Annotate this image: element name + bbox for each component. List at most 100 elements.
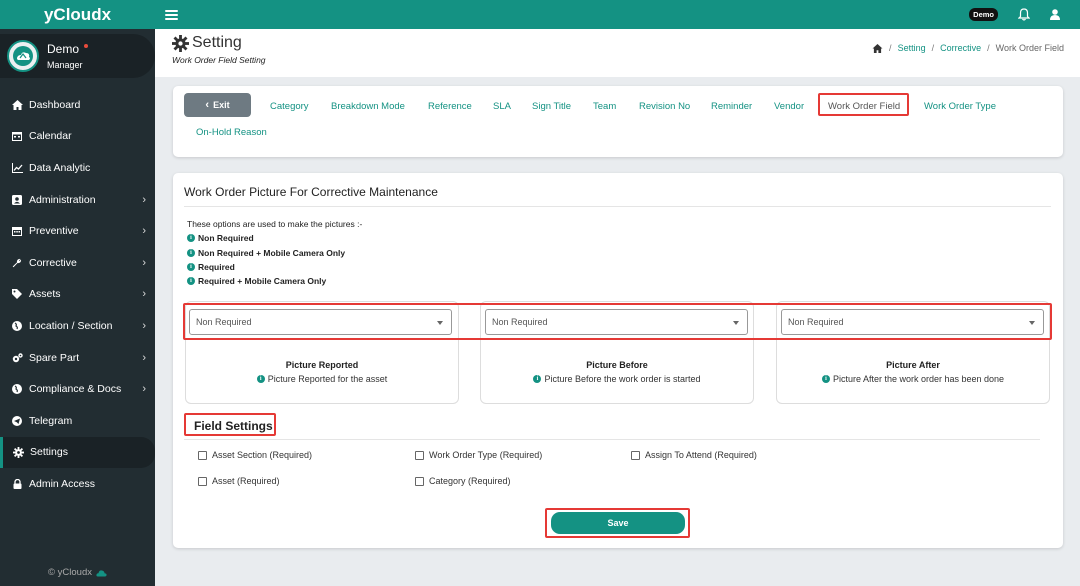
chevron-right-icon: › [142, 319, 146, 332]
sidebar-item-label: Compliance & Docs [29, 383, 122, 396]
work-order-type-checkbox[interactable]: Work Order Type (Required) [415, 450, 542, 460]
sidebar-item-preventive[interactable]: Preventive › [0, 215, 155, 247]
sidebar-item-admin-access[interactable]: Admin Access [0, 468, 155, 500]
tab-work-order-type[interactable]: Work Order Type [924, 101, 996, 112]
sidebar-item-label: Corrective [29, 256, 77, 269]
sidebar-item-label: Assets [29, 288, 61, 301]
sidebar-item-administration[interactable]: Administration › [0, 184, 155, 216]
brand-logo[interactable]: yCloudx [0, 0, 155, 29]
picture-description: i Picture After the work order has been d… [776, 374, 1050, 384]
assign-to-attend-checkbox[interactable]: Assign To Attend (Required) [631, 450, 757, 460]
work-order-field-card: Work Order Picture For Corrective Mainte… [173, 173, 1063, 548]
breadcrumb-separator: / [889, 43, 892, 53]
sidebar-item-label: Spare Part [29, 351, 80, 364]
chevron-right-icon: › [142, 225, 146, 238]
user-panel: Demo Manager [0, 34, 155, 78]
sidebar-item-compliance-docs[interactable]: Compliance & Docs › [0, 373, 155, 405]
tab-team[interactable]: Team [593, 101, 616, 112]
tab-vendor[interactable]: Vendor [774, 101, 804, 112]
sidebar-footer: © yCloudx [0, 567, 155, 578]
asset-checkbox[interactable]: Asset (Required) [198, 476, 280, 486]
tab-breakdown-mode[interactable]: Breakdown Mode [331, 101, 405, 112]
picture-description-text: Picture Before the work order is started [544, 374, 701, 384]
category-checkbox[interactable]: Category (Required) [415, 476, 511, 486]
tab-on-hold-reason[interactable]: On-Hold Reason [196, 127, 267, 138]
content-header: Setting Work Order Field Setting / Setti… [155, 29, 1080, 77]
picture-options-info: These options are used to make the pictu… [187, 217, 362, 288]
sidebar-item-spare-part[interactable]: Spare Part › [0, 342, 155, 374]
page-title: Setting [172, 34, 242, 52]
sidebar-item-label: Preventive [29, 225, 79, 238]
sidebar-item-location-section[interactable]: Location / Section › [0, 310, 155, 342]
breadcrumb-link-corrective[interactable]: Corrective [940, 43, 981, 53]
divider [184, 439, 1040, 440]
tab-category[interactable]: Category [270, 101, 309, 112]
sidebar-item-telegram[interactable]: Telegram [0, 405, 155, 437]
tab-reference[interactable]: Reference [428, 101, 472, 112]
sidebar: yCloudx Demo Manager Dashboard Calendar … [0, 0, 155, 586]
breadcrumb: / Setting / Corrective / Work Order Fiel… [872, 43, 1064, 53]
checkbox-box[interactable] [415, 476, 424, 486]
option-text: Non Required [198, 233, 254, 244]
sidebar-item-dashboard[interactable]: Dashboard [0, 89, 155, 121]
tag-icon [11, 288, 23, 300]
checkbox-box[interactable] [198, 450, 207, 460]
tab-sla[interactable]: SLA [493, 101, 511, 112]
bell-icon[interactable] [1018, 8, 1030, 21]
page-subtitle: Work Order Field Setting [172, 55, 266, 65]
user-role: Manager [47, 60, 83, 70]
checkbox-label: Assign To Attend (Required) [645, 450, 757, 460]
sidebar-item-label: Telegram [29, 414, 73, 427]
user-name: Demo [47, 42, 80, 56]
option-text: Required + Mobile Camera Only [198, 276, 327, 287]
exit-button[interactable]: ‹ Exit [184, 93, 251, 117]
option-text: Required [198, 261, 235, 272]
checkbox-box[interactable] [198, 476, 207, 486]
sidebar-item-label: Calendar [29, 130, 72, 143]
tab-work-order-field[interactable]: Work Order Field [828, 101, 900, 112]
picture-description-text: Picture After the work order has been do… [832, 374, 1005, 384]
online-status-dot [84, 44, 89, 48]
chart-icon [11, 162, 23, 174]
save-button[interactable]: Save [551, 512, 685, 534]
picture-description-text: Picture Reported for the asset [267, 374, 388, 384]
sidebar-menu: Dashboard Calendar Data Analytic Adminis… [0, 89, 155, 500]
checkbox-label: Asset (Required) [212, 476, 280, 486]
breadcrumb-link-setting[interactable]: Setting [898, 43, 926, 53]
checkbox-box[interactable] [415, 450, 424, 460]
telegram-icon [11, 415, 23, 427]
info-icon: i [821, 375, 830, 383]
sidebar-item-assets[interactable]: Assets › [0, 279, 155, 311]
account-badge[interactable]: Demo [969, 8, 998, 21]
sidebar-item-corrective[interactable]: Corrective › [0, 247, 155, 279]
breadcrumb-separator: / [931, 43, 935, 53]
sidebar-item-label: Data Analytic [29, 161, 91, 174]
tab-sign-title[interactable]: Sign Title [532, 101, 571, 112]
tab-reminder[interactable]: Reminder [711, 101, 752, 112]
home-icon [11, 99, 23, 111]
info-icon: i [187, 277, 195, 286]
asset-section-checkbox[interactable]: Asset Section (Required) [198, 450, 312, 460]
picture-label: Picture After [886, 360, 940, 370]
info-icon: i [187, 248, 195, 257]
gear-icon [172, 34, 189, 52]
calendar-icon [11, 225, 23, 237]
tab-revision-no[interactable]: Revision No [639, 101, 690, 112]
breadcrumb-current: Work Order Field [995, 43, 1064, 53]
picture-label: Picture Before [586, 360, 648, 370]
checkbox-label: Asset Section (Required) [212, 450, 313, 460]
exit-button-label: Exit [213, 100, 230, 110]
checkbox-label: Category (Required) [429, 476, 511, 486]
info-icon: i [187, 263, 195, 272]
wrench-icon [11, 257, 23, 269]
sidebar-item-data-analytic[interactable]: Data Analytic [0, 152, 155, 184]
checkbox-box[interactable] [631, 450, 640, 460]
sidebar-item-settings[interactable]: Settings [0, 436, 155, 469]
user-icon[interactable] [1050, 9, 1060, 20]
hamburger-menu-icon[interactable] [165, 9, 178, 20]
picture-description: i Picture Reported for the asset [185, 374, 459, 384]
sidebar-item-label: Administration [29, 193, 96, 206]
gear-icon [12, 446, 24, 458]
home-icon[interactable] [872, 43, 883, 53]
sidebar-item-calendar[interactable]: Calendar [0, 121, 155, 153]
